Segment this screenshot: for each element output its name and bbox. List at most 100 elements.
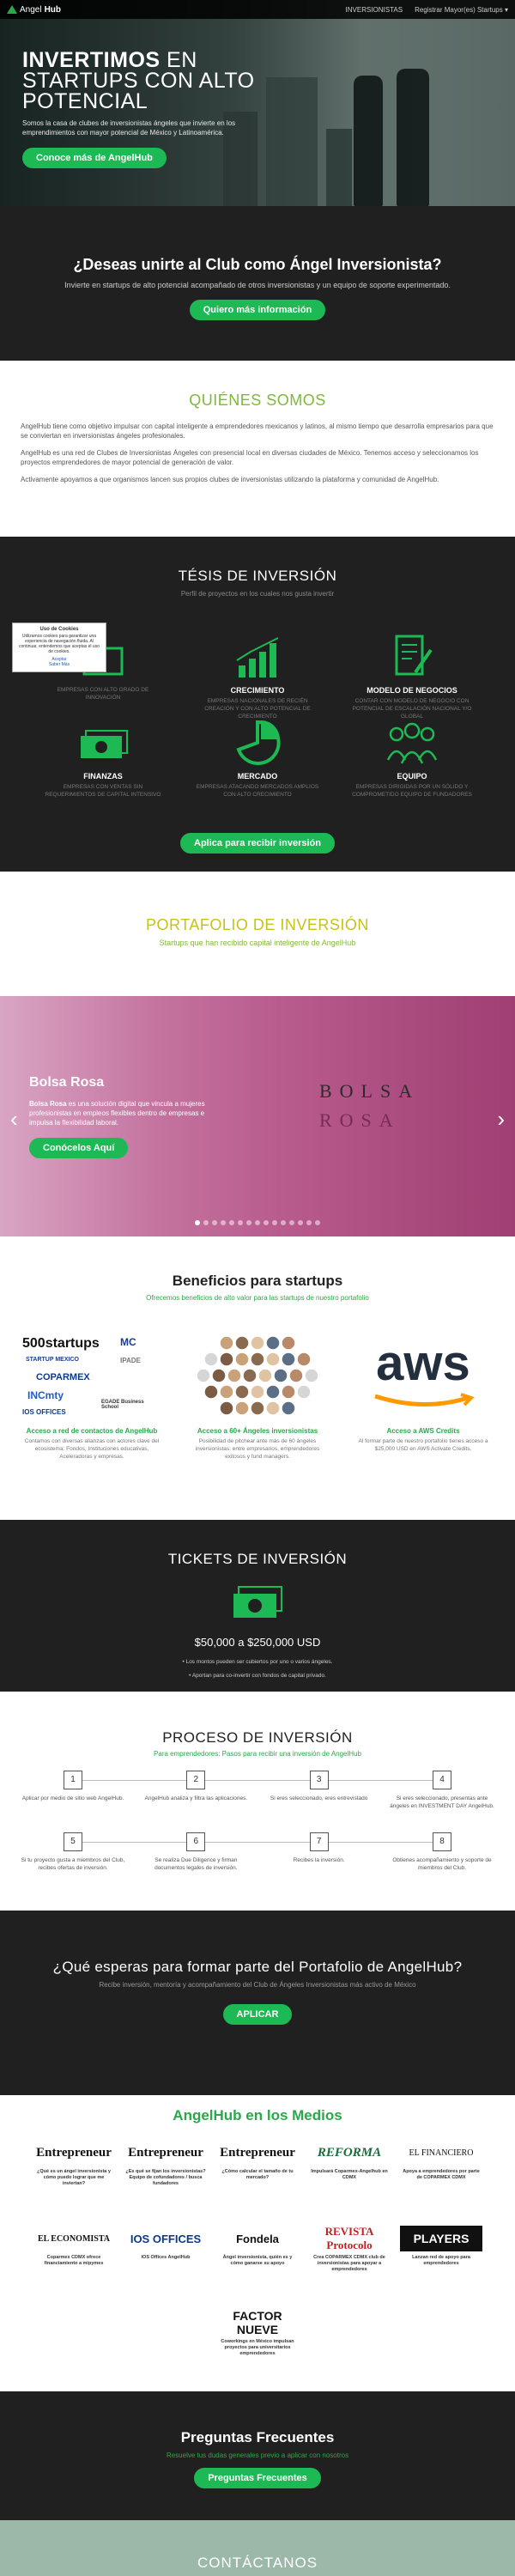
carousel-dot[interactable] [203, 1220, 209, 1225]
apply-button[interactable]: APLICAR [222, 2004, 293, 2025]
step-number: 4 [432, 1771, 451, 1789]
angel-avatar [203, 1384, 219, 1400]
carousel-dot[interactable] [315, 1220, 320, 1225]
media-logo: Fondela [236, 2232, 279, 2245]
benefit-angels: Acceso a 60+ Ángeles inversionistas Posi… [185, 1333, 330, 1461]
media-item-ios-offices[interactable]: IOS OFFICES IOS Offices AngelHub [124, 2226, 207, 2273]
angel-avatar [265, 1400, 281, 1416]
angel-avatar [227, 1368, 242, 1383]
contact-title: CONTÁCTANOS [197, 2555, 318, 2571]
angel-avatar [250, 1384, 265, 1400]
thesis-item-label: MERCADO [237, 772, 278, 781]
carousel-dot[interactable] [195, 1220, 200, 1225]
club-info-button[interactable]: Quiero más información [189, 300, 326, 320]
angel-avatar [234, 1400, 250, 1416]
carousel-dot[interactable] [229, 1220, 234, 1225]
media-logo: Entrepreneur [220, 2145, 295, 2160]
carousel-dot[interactable] [281, 1220, 286, 1225]
thesis-subtitle: Perfil de proyectos en los cuales nos gu… [180, 590, 335, 598]
media-item-revista-protocolo[interactable]: REVISTA Protocolo Crea COPARMEX CDMX club… [308, 2225, 391, 2273]
media-item-fondela[interactable]: Fondela Ángel inversionista, quién es y c… [216, 2226, 299, 2273]
logo-mc: MC [120, 1336, 136, 1348]
cookie-banner: Uso de Cookies Utilizamos cookies para g… [12, 623, 106, 672]
angel-avatar [281, 1352, 296, 1367]
media-headline: Crea COPARMEX CDMX club de inversionista… [313, 2255, 385, 2272]
media-item-players[interactable]: PLAYERS Lanzan red de apoyo para emprende… [400, 2226, 482, 2273]
media-item-factor-nueve[interactable]: FACTOR NUEVE Coworkings en México impulsa… [216, 2309, 299, 2357]
benefit-desc: Contamos con diversas alianzas con actor… [24, 1438, 160, 1460]
carousel-next-arrow[interactable]: › [497, 1106, 505, 1133]
hero-cta-button[interactable]: Conoce más de AngelHub [22, 148, 167, 168]
benefit-desc: Posibilidad de pitchear ante más de 60 á… [195, 1438, 320, 1460]
thesis-item-label: FINANZAS [83, 772, 123, 781]
logo-startup-mexico: STARTUP MEXICO [26, 1357, 79, 1363]
angel-avatar [196, 1368, 211, 1383]
carousel-text: Bolsa Rosa es una solución digital que v… [29, 1099, 227, 1127]
team-icon [386, 722, 438, 764]
logo-line-1: BOLSA [319, 1080, 421, 1102]
step-desc: AngelHub analiza y filtra las aplicacion… [144, 1795, 248, 1801]
hero-content: INVERTIMOS EN STARTUPS CON ALTO POTENCIA… [22, 50, 280, 168]
media-item-entrepreneur[interactable]: Entrepreneur ¿Cómo calcular el tamaño de … [216, 2140, 299, 2187]
carousel-dot[interactable] [306, 1220, 312, 1225]
tickets-notes: • Los montos pueden ser cubiertos por un… [0, 1656, 515, 1683]
carousel-dot[interactable] [272, 1220, 277, 1225]
logo-ios-offices: IOS OFFICES [22, 1408, 66, 1416]
media-logo: Entrepreneur [36, 2145, 112, 2160]
angel-avatar [250, 1352, 265, 1367]
faq-text: Resuelve tus dudas generales previo a ap… [166, 2451, 349, 2459]
angel-avatar [234, 1335, 250, 1351]
about-paragraph-3: Activamente apoyamos a que organismos la… [21, 476, 439, 483]
media-headline: Impulsará Coparmex-Angelhub en CDMX [311, 2169, 388, 2180]
money-icon [81, 730, 128, 758]
carousel-prev-arrow[interactable]: ‹ [10, 1106, 18, 1133]
thesis-title: TÉSIS DE INVERSIÓN [178, 568, 337, 584]
media-item-el-economista[interactable]: EL ECONOMISTA Coparmex CDMX ofrece financ… [33, 2226, 115, 2273]
step-number: 5 [64, 1832, 82, 1851]
carousel-dot[interactable] [221, 1220, 226, 1225]
angel-avatar [265, 1335, 281, 1351]
angel-avatar [258, 1368, 273, 1383]
thesis-item-desc: EMPRESAS DIRIGIDAS POR UN SÓLIDO Y COMPR… [352, 784, 472, 798]
media-logo: EL ECONOMISTA [38, 2233, 110, 2244]
process-step: 5 Si tu proyecto gusta a miembros del Clu… [17, 1832, 129, 1872]
thesis-item-label: MODELO DE NEGOCIOS [367, 686, 457, 695]
media-item-el-financiero[interactable]: EL FINANCIERO Apoya a emprendedores por p… [400, 2140, 482, 2187]
carousel-learn-more-button[interactable]: Conócelos Aquí [29, 1138, 129, 1158]
thesis-item-business-model: MODELO DE NEGOCIOS CONTAR CON MODELO DE … [335, 631, 489, 720]
angelhub-logo[interactable]: Angel Hub [7, 5, 61, 15]
step-desc: Si eres seleccionado, presentas ante áng… [390, 1795, 494, 1809]
carousel-dot[interactable] [289, 1220, 294, 1225]
portfolio-title: PORTAFOLIO DE INVERSIÓN [146, 916, 369, 933]
carousel-dot[interactable] [298, 1220, 303, 1225]
club-text: Invierte en startups de alto potencial a… [64, 281, 451, 289]
carousel-dot[interactable] [264, 1220, 269, 1225]
apply-investment-button[interactable]: Aplica para recibir inversión [180, 833, 335, 854]
step-desc: Si tu proyecto gusta a miembros del Club… [21, 1857, 125, 1871]
angel-avatar [273, 1368, 288, 1383]
carousel-dot[interactable] [255, 1220, 260, 1225]
media-headline: Coparmex CDMX ofrece financiamiento a mi… [44, 2255, 104, 2266]
media-item-entrepreneur[interactable]: Entrepreneur ¿Es qué se fijan los inversi… [124, 2140, 207, 2187]
media-headline: Ángel inversionista, quién es y cómo gan… [222, 2255, 293, 2266]
angel-avatar [219, 1352, 234, 1367]
carousel-dot[interactable] [246, 1220, 251, 1225]
carousel-dot[interactable] [212, 1220, 217, 1225]
media-item-entrepreneur[interactable]: Entrepreneur ¿Qué es un ángel inversionis… [33, 2140, 115, 2187]
step-desc: Se realiza Due Diligence y firman docume… [154, 1857, 238, 1871]
contact-section: CONTÁCTANOS [0, 2520, 515, 2576]
growth-chart-icon [236, 637, 279, 677]
carousel-dot[interactable] [238, 1220, 243, 1225]
logo-incmty: INCmty [27, 1389, 64, 1401]
angel-avatar [219, 1400, 234, 1416]
tickets-title: TICKETS DE INVERSIÓN [167, 1551, 348, 1567]
media-item-reforma[interactable]: REFORMA Impulsará Coparmex-Angelhub en CD… [308, 2140, 391, 2187]
nav-link-startups-dropdown[interactable]: Registrar Mayor(es) Startups ▾ [415, 6, 508, 14]
faq-button[interactable]: Preguntas Frecuentes [194, 2468, 321, 2488]
angels-network-image [185, 1333, 330, 1420]
club-section: ¿Deseas unirte al Club como Ángel Invers… [0, 206, 515, 361]
cookie-more-link[interactable]: Saber Más [49, 662, 70, 667]
media-headline: ¿Cómo calcular el tamaño de tu mercado? [221, 2169, 294, 2180]
nav-link-inversionistas[interactable]: INVERSIONISTAS [346, 6, 403, 14]
cookie-title: Uso de Cookies [39, 627, 79, 632]
